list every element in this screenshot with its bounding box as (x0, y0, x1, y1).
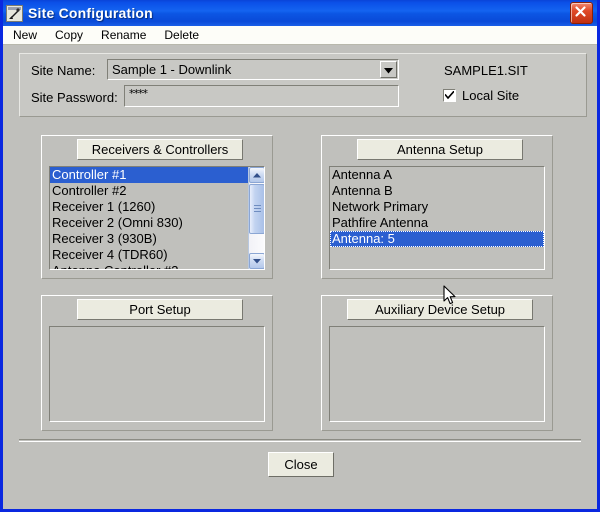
check-icon[interactable] (443, 89, 456, 102)
list-item[interactable]: Controller #2 (50, 183, 248, 199)
window-title: Site Configuration (28, 5, 570, 21)
scroll-thumb-grip (254, 205, 261, 213)
list-item[interactable]: Antenna: 5 (330, 231, 544, 247)
list-item[interactable]: Pathfire Antenna (330, 215, 544, 231)
menu-item-new[interactable]: New (9, 27, 45, 44)
footer-separator (19, 439, 581, 442)
antenna-title-button[interactable]: Antenna Setup (357, 139, 523, 160)
antenna-list-items: Antenna A Antenna B Network Primary Path… (330, 167, 544, 269)
site-name-label: Site Name: (31, 63, 95, 78)
menu-item-rename[interactable]: Rename (97, 27, 154, 44)
auxiliary-title-button[interactable]: Auxiliary Device Setup (347, 299, 533, 320)
scroll-up-icon[interactable] (249, 167, 265, 183)
port-list-items (50, 327, 264, 421)
receivers-listbox[interactable]: Controller #1 Controller #2 Receiver 1 (… (49, 166, 265, 270)
site-info-panel: Site Name: Sample 1 - Downlink Site Pass… (19, 53, 587, 117)
site-password-input[interactable]: **** (124, 85, 399, 107)
site-name-value: Sample 1 - Downlink (112, 62, 231, 77)
receivers-title-button[interactable]: Receivers & Controllers (77, 139, 243, 160)
list-item[interactable]: Receiver 1 (1260) (50, 199, 248, 215)
list-item[interactable]: Antenna A (330, 167, 544, 183)
antenna-listbox[interactable]: Antenna A Antenna B Network Primary Path… (329, 166, 545, 270)
site-file-label: SAMPLE1.SIT (444, 63, 528, 78)
list-item[interactable]: Receiver 2 (Omni 830) (50, 215, 248, 231)
list-item[interactable]: Receiver 4 (TDR60) (50, 247, 248, 263)
list-item[interactable]: Network Primary (330, 199, 544, 215)
chevron-down-icon[interactable] (380, 61, 397, 78)
site-configuration-window: Site Configuration New Copy Rename Delet… (0, 0, 600, 512)
list-item[interactable]: Receiver 3 (930B) (50, 231, 248, 247)
receivers-panel: Receivers & Controllers Controller #1 Co… (39, 133, 275, 281)
list-item[interactable]: Controller #1 (50, 167, 248, 183)
scroll-down-icon[interactable] (249, 253, 265, 269)
menu-item-copy[interactable]: Copy (51, 27, 91, 44)
local-site-checkbox[interactable]: Local Site (443, 88, 519, 103)
close-button[interactable]: Close (268, 452, 334, 477)
title-bar: Site Configuration (3, 0, 597, 26)
site-password-label: Site Password: (31, 90, 118, 105)
menu-item-delete[interactable]: Delete (160, 27, 207, 44)
menu-bar: New Copy Rename Delete (3, 26, 597, 45)
list-item[interactable]: Antenna B (330, 183, 544, 199)
receivers-scrollbar[interactable] (248, 167, 264, 269)
site-password-value: **** (129, 87, 147, 100)
port-panel: Port Setup (39, 293, 275, 433)
auxiliary-listbox[interactable] (329, 326, 545, 422)
list-item[interactable]: Antenna Controller #3 (50, 263, 248, 269)
close-icon[interactable] (570, 2, 593, 24)
scrollbar-thumb[interactable] (249, 184, 265, 234)
local-site-label: Local Site (462, 88, 519, 103)
port-listbox[interactable] (49, 326, 265, 422)
auxiliary-panel: Auxiliary Device Setup (319, 293, 555, 433)
site-name-combobox[interactable]: Sample 1 - Downlink (107, 59, 399, 80)
app-icon (6, 5, 23, 22)
receivers-list-items: Controller #1 Controller #2 Receiver 1 (… (50, 167, 248, 269)
auxiliary-list-items (330, 327, 544, 421)
port-title-button[interactable]: Port Setup (77, 299, 243, 320)
dialog-client-area: Site Name: Sample 1 - Downlink Site Pass… (3, 45, 597, 509)
antenna-panel: Antenna Setup Antenna A Antenna B Networ… (319, 133, 555, 281)
